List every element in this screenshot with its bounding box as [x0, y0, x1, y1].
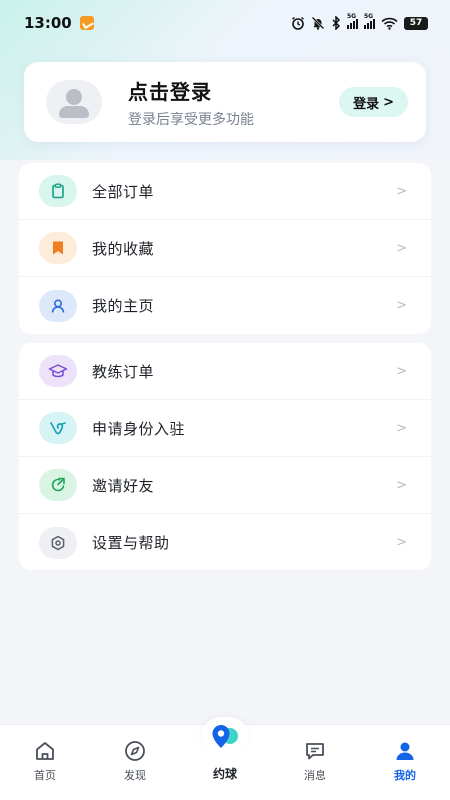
- menu-item-label: 教练订单: [92, 362, 155, 381]
- chevron-right-icon: >: [396, 420, 407, 436]
- chevron-right-icon: >: [396, 183, 407, 199]
- nav-tab-mine[interactable]: 我的: [370, 739, 440, 783]
- avatar-body-shape: [59, 106, 89, 118]
- menu-item-label: 申请身份入驻: [92, 419, 186, 438]
- profile-card[interactable]: 点击登录 登录后享受更多功能 登录 >: [24, 62, 426, 142]
- bluetooth-icon: [331, 16, 341, 30]
- profile-icon: [393, 739, 417, 763]
- home-icon: [33, 739, 57, 763]
- app-notification-icon: [79, 16, 94, 30]
- clipboard-icon: [39, 175, 77, 207]
- mute-icon: [311, 16, 325, 30]
- menu-item-all-orders[interactable]: 全部订单 >: [19, 163, 431, 220]
- nav-tab-home[interactable]: 首页: [10, 739, 80, 783]
- bottom-navigation: 首页 发现 约球 消息 我的: [0, 717, 450, 800]
- chevron-right-icon: >: [396, 240, 407, 256]
- menu-item-apply-identity[interactable]: 申请身份入驻 >: [19, 400, 431, 457]
- nav-tab-messages[interactable]: 消息: [280, 739, 350, 783]
- share-arrow-icon: [39, 469, 77, 501]
- nav-tab-label: 我的: [394, 769, 416, 782]
- bookmark-icon: [39, 232, 77, 264]
- status-time: 13:00: [24, 14, 72, 32]
- chevron-right-icon: >: [396, 298, 407, 313]
- signal-5g-icon-1: 5G: [347, 13, 358, 29]
- menu-item-label: 设置与帮助: [92, 534, 170, 552]
- verify-v-icon: [39, 412, 77, 444]
- menu-item-label: 邀请好友: [92, 476, 155, 495]
- location-ball-icon: [201, 717, 249, 757]
- message-icon: [303, 739, 327, 763]
- chevron-right-icon: >: [396, 535, 407, 550]
- menu-group-services: 教练订单 > 申请身份入驻 > 邀请好友 > 设置与帮助 >: [19, 343, 431, 570]
- compass-icon: [123, 739, 147, 763]
- menu-item-label: 我的主页: [92, 297, 155, 315]
- chevron-right-icon: >: [396, 363, 407, 379]
- nav-tab-label: 发现: [124, 769, 146, 782]
- wifi-icon: [381, 17, 398, 30]
- menu-item-label: 我的收藏: [92, 239, 155, 258]
- chevron-right-icon: >: [396, 477, 407, 493]
- alarm-icon: [291, 16, 305, 30]
- menu-item-coach-orders[interactable]: 教练订单 >: [19, 343, 431, 400]
- avatar-head-shape: [66, 89, 82, 105]
- signal-5g-icon-2: 5G: [364, 13, 375, 29]
- settings-hex-icon: [39, 526, 77, 559]
- nav-tab-label: 约球: [212, 767, 237, 781]
- user-icon: [39, 289, 77, 322]
- chevron-right-icon: >: [383, 94, 394, 110]
- avatar[interactable]: [46, 80, 102, 124]
- login-prompt-subtitle: 登录后享受更多功能: [128, 111, 254, 128]
- graduation-cap-icon: [39, 355, 77, 387]
- login-button-label: 登录: [353, 96, 380, 112]
- battery-indicator: 57: [404, 16, 428, 30]
- nav-tab-label: 消息: [304, 769, 326, 782]
- menu-item-label: 全部订单: [92, 182, 155, 201]
- login-button[interactable]: 登录 >: [339, 87, 408, 117]
- status-bar: 13:00 5G 5G 57: [0, 0, 450, 46]
- menu-item-invite-friends[interactable]: 邀请好友 >: [19, 457, 431, 514]
- nav-tab-book-game[interactable]: 约球: [190, 717, 260, 782]
- menu-item-my-homepage[interactable]: 我的主页 >: [19, 277, 431, 334]
- login-prompt-title[interactable]: 点击登录: [128, 76, 339, 105]
- network-type-label: 5G: [347, 13, 357, 20]
- menu-group-orders: 全部订单 > 我的收藏 > 我的主页 >: [19, 163, 431, 334]
- menu-item-favorites[interactable]: 我的收藏 >: [19, 220, 431, 277]
- nav-tab-discover[interactable]: 发现: [100, 739, 170, 783]
- menu-item-settings-help[interactable]: 设置与帮助 >: [19, 514, 431, 571]
- network-type-label: 5G: [364, 13, 374, 20]
- nav-tab-label: 首页: [34, 769, 56, 782]
